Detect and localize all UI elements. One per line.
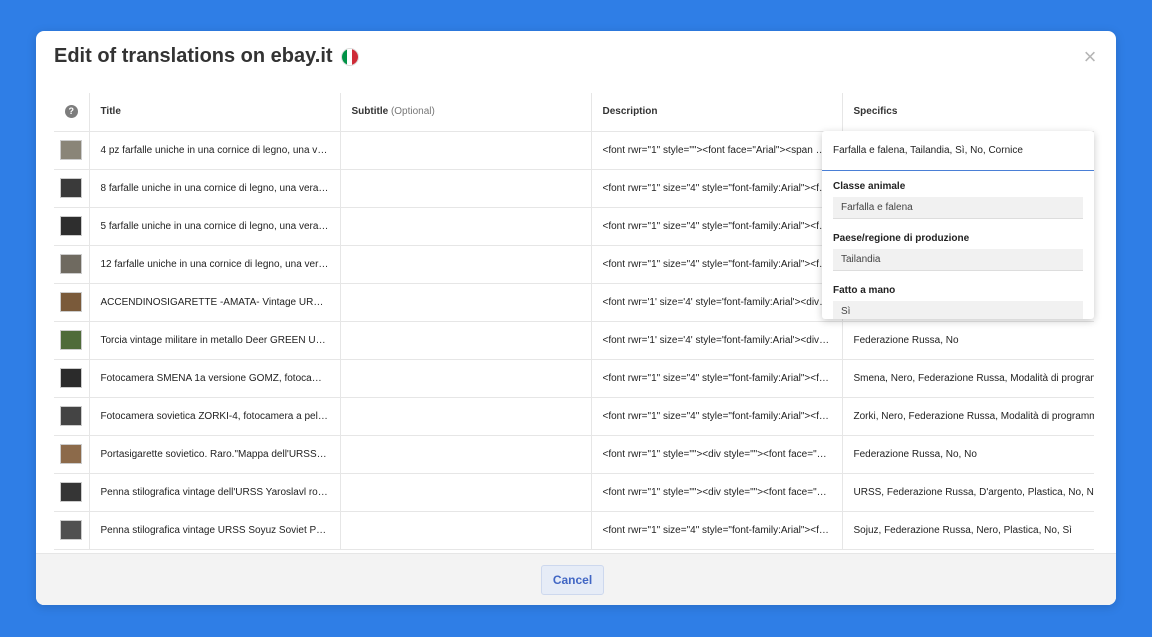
translations-modal: Edit of translations on ebay.it × ? Titl… xyxy=(36,31,1116,605)
thumbnail-cell xyxy=(54,397,90,436)
description-cell[interactable]: <font rwr='1' size='4' style='font-famil… xyxy=(591,283,843,322)
title-cell[interactable]: Fotocamera SMENA 1a versione GOMZ, fotoc… xyxy=(89,359,341,398)
product-thumbnail xyxy=(60,254,83,274)
description-cell[interactable]: <font rwr="1" style=""><div style=""><fo… xyxy=(591,473,843,512)
subtitle-header-label: Subtitle xyxy=(351,106,389,118)
title-cell[interactable]: 4 pz farfalle uniche in una cornice di l… xyxy=(89,131,341,170)
title-column-header: Title xyxy=(89,93,341,132)
table-row[interactable]: Penna stilografica vintage dell'URSS Yar… xyxy=(54,473,1094,512)
specifics-cell[interactable]: Federazione Russa, No, No xyxy=(842,435,1094,474)
subtitle-cell[interactable] xyxy=(340,359,592,398)
thumbnail-cell xyxy=(54,359,90,398)
product-thumbnail xyxy=(60,444,83,464)
field-label-paese-regione: Paese/regione di produzione xyxy=(833,233,970,244)
specifics-cell[interactable]: URSS, Federazione Russa, D'argento, Plas… xyxy=(842,473,1094,512)
title-cell[interactable]: Torcia vintage militare in metallo Deer … xyxy=(89,321,341,360)
modal-header: Edit of translations on ebay.it × xyxy=(36,31,1116,93)
help-column-header: ? xyxy=(54,93,90,132)
title-cell[interactable]: Penna stilografica vintage URSS Soyuz So… xyxy=(89,511,341,550)
description-column-header: Description xyxy=(591,93,843,132)
thumbnail-cell xyxy=(54,245,90,284)
subtitle-cell[interactable] xyxy=(340,397,592,436)
product-thumbnail xyxy=(60,216,83,236)
product-thumbnail xyxy=(60,520,83,540)
product-thumbnail xyxy=(60,406,83,426)
description-cell[interactable]: <font rwr="1" size="4" style="font-famil… xyxy=(591,511,843,550)
description-cell[interactable]: <font rwr="1" style=""><font face="Arial… xyxy=(591,131,843,170)
subtitle-cell[interactable] xyxy=(340,245,592,284)
help-icon[interactable]: ? xyxy=(64,105,78,119)
flag-stripe-red xyxy=(352,48,358,65)
specifics-column-header: Specifics xyxy=(842,93,1094,132)
title-cell[interactable]: Portasigarette sovietico. Raro."Mappa de… xyxy=(89,435,341,474)
subtitle-cell[interactable] xyxy=(340,283,592,322)
modal-title-text: Edit of translations on ebay.it xyxy=(54,45,333,67)
thumbnail-cell xyxy=(54,283,90,322)
title-cell[interactable]: Penna stilografica vintage dell'URSS Yar… xyxy=(89,473,341,512)
field-input-fatto-a-mano[interactable]: Sì xyxy=(833,301,1083,319)
description-cell[interactable]: <font rwr='1' size='4' style='font-famil… xyxy=(591,321,843,360)
subtitle-cell[interactable] xyxy=(340,169,592,208)
subtitle-cell[interactable] xyxy=(340,131,592,170)
description-cell[interactable]: <font rwr="1" size="4" style="font-famil… xyxy=(591,207,843,246)
thumbnail-cell xyxy=(54,131,90,170)
subtitle-cell[interactable] xyxy=(340,207,592,246)
close-icon[interactable]: × xyxy=(1080,46,1100,68)
thumbnail-cell xyxy=(54,473,90,512)
subtitle-optional-label: (Optional) xyxy=(390,106,435,118)
title-cell[interactable]: 5 farfalle uniche in una cornice di legn… xyxy=(89,207,341,246)
specifics-cell[interactable]: Smena, Nero, Federazione Russa, Modalità… xyxy=(842,359,1094,398)
title-cell[interactable]: Fotocamera sovietica ZORKI-4, fotocamera… xyxy=(89,397,341,436)
description-cell[interactable]: <font rwr="1" size="4" style="font-famil… xyxy=(591,245,843,284)
description-cell[interactable]: <font rwr="1" size="4" style="font-famil… xyxy=(591,359,843,398)
field-label-fatto-a-mano: Fatto a mano xyxy=(833,285,896,296)
specifics-editor-popover: Farfalla e falena, Tailandia, Sì, No, Co… xyxy=(822,131,1094,319)
specifics-cell[interactable]: Federazione Russa, No xyxy=(842,321,1094,360)
thumbnail-cell xyxy=(54,435,90,474)
title-cell[interactable]: 8 farfalle uniche in una cornice di legn… xyxy=(89,169,341,208)
title-cell[interactable]: ACCENDINOSIGARETTE -AMATA- Vintage URSS … xyxy=(89,283,341,322)
specifics-cell[interactable]: Zorki, Nero, Federazione Russa, Modalità… xyxy=(842,397,1094,436)
cancel-button[interactable]: Cancel xyxy=(541,565,604,595)
title-cell[interactable]: 12 farfalle uniche in una cornice di leg… xyxy=(89,245,341,284)
product-thumbnail xyxy=(60,482,83,502)
thumbnail-cell xyxy=(54,511,90,550)
subtitle-cell[interactable] xyxy=(340,435,592,474)
field-input-paese-regione[interactable]: Tailandia xyxy=(833,249,1083,271)
product-thumbnail xyxy=(60,330,83,350)
specifics-fields: Classe animale Farfalla e falena Paese/r… xyxy=(822,171,1094,319)
table-row[interactable]: Portasigarette sovietico. Raro."Mappa de… xyxy=(54,435,1094,474)
thumbnail-cell xyxy=(54,321,90,360)
specifics-input[interactable]: Farfalla e falena, Tailandia, Sì, No, Co… xyxy=(822,131,1094,171)
subtitle-column-header: Subtitle (Optional) xyxy=(340,93,592,132)
modal-footer: Cancel xyxy=(36,553,1116,605)
thumbnail-cell xyxy=(54,169,90,208)
description-cell[interactable]: <font rwr="1" size="4" style="font-famil… xyxy=(591,169,843,208)
specifics-cell[interactable]: Sojuz, Federazione Russa, Nero, Plastica… xyxy=(842,511,1094,550)
subtitle-cell[interactable] xyxy=(340,321,592,360)
table-row[interactable]: Fotocamera SMENA 1a versione GOMZ, fotoc… xyxy=(54,359,1094,398)
subtitle-cell[interactable] xyxy=(340,473,592,512)
product-thumbnail xyxy=(60,292,83,312)
thumbnail-cell xyxy=(54,207,90,246)
modal-title: Edit of translations on ebay.it xyxy=(54,45,359,68)
field-input-classe-animale[interactable]: Farfalla e falena xyxy=(833,197,1083,219)
table-row[interactable]: Penna stilografica vintage URSS Soyuz So… xyxy=(54,511,1094,550)
table-row[interactable]: Fotocamera sovietica ZORKI-4, fotocamera… xyxy=(54,397,1094,436)
field-label-classe-animale: Classe animale xyxy=(833,181,906,192)
table-row[interactable]: Torcia vintage militare in metallo Deer … xyxy=(54,321,1094,360)
table-header-row: ? Title Subtitle (Optional) Description … xyxy=(54,93,1094,132)
description-cell[interactable]: <font rwr="1" style=""><div style=""><fo… xyxy=(591,435,843,474)
subtitle-cell[interactable] xyxy=(340,511,592,550)
description-cell[interactable]: <font rwr="1" size="4" style="font-famil… xyxy=(591,397,843,436)
product-thumbnail xyxy=(60,178,83,198)
product-thumbnail xyxy=(60,368,83,388)
italy-flag-icon xyxy=(340,47,359,66)
product-thumbnail xyxy=(60,140,83,160)
